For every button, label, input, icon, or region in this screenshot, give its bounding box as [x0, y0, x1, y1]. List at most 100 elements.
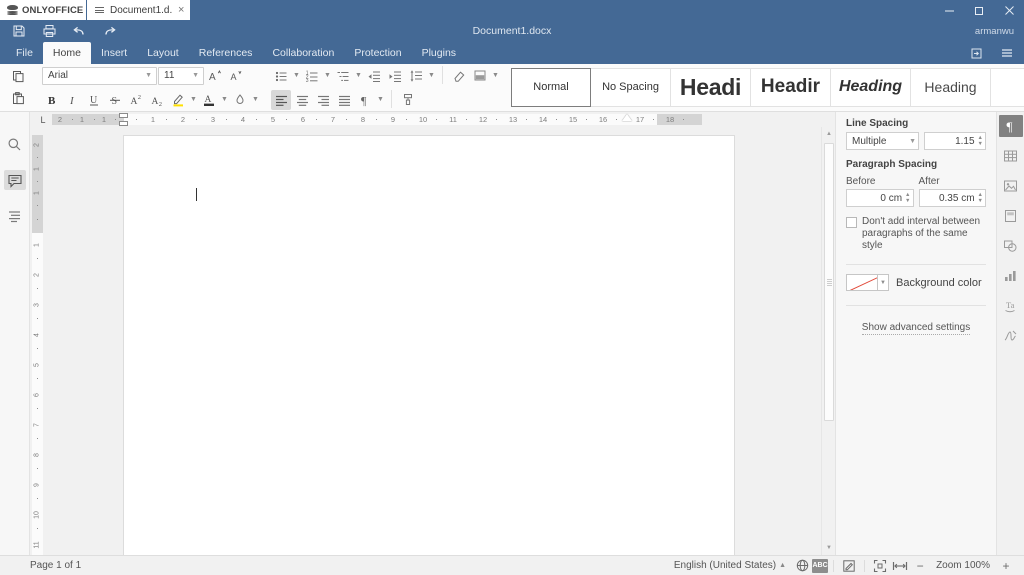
no-interval-checkbox[interactable] — [846, 217, 857, 228]
table-settings-icon[interactable] — [999, 145, 1023, 167]
chevron-down-icon[interactable]: ▼ — [491, 66, 500, 86]
background-color-swatch[interactable] — [846, 274, 878, 291]
fit-to-page-icon[interactable] — [870, 557, 890, 575]
background-color-picker[interactable]: ▼ — [846, 274, 889, 291]
menu-item-collaboration[interactable]: Collaboration — [262, 42, 344, 64]
chevron-down-icon[interactable]: ▼ — [427, 66, 436, 86]
image-settings-icon[interactable] — [999, 175, 1023, 197]
scrollbar-thumb[interactable] — [824, 143, 834, 421]
first-line-indent-marker[interactable] — [119, 113, 128, 118]
view-settings-icon[interactable] — [994, 43, 1020, 63]
paragraph-shading-button[interactable] — [230, 90, 250, 110]
spacing-after-input[interactable]: 0.35 cm ▲▼ — [919, 189, 987, 207]
undo-button[interactable] — [64, 20, 94, 42]
increase-indent-button[interactable] — [385, 66, 405, 86]
chevron-down-icon[interactable]: ▼ — [323, 66, 332, 86]
menu-item-references[interactable]: References — [189, 42, 263, 64]
line-spacing-value-input[interactable]: 1.15 ▲▼ — [924, 132, 986, 150]
no-interval-checkbox-row[interactable]: Don't add interval between paragraphs of… — [846, 216, 986, 252]
menu-item-plugins[interactable]: Plugins — [412, 42, 466, 64]
font-size-combo[interactable]: 11 ▼ — [158, 67, 204, 85]
print-button[interactable] — [34, 20, 64, 42]
paste-button[interactable] — [8, 89, 28, 109]
chevron-down-icon[interactable]: ▼ — [292, 66, 301, 86]
bullets-button[interactable] — [271, 66, 291, 86]
strikethrough-button[interactable]: S — [105, 90, 125, 110]
copy-button[interactable] — [8, 67, 28, 87]
chevron-down-icon[interactable]: ▼ — [878, 274, 889, 291]
save-button[interactable] — [4, 20, 34, 42]
menu-item-home[interactable]: Home — [43, 42, 91, 64]
scroll-up-icon[interactable]: ▲ — [822, 127, 835, 141]
horizontal-ruler[interactable]: L 2 1 1 1 2 3 — [30, 112, 835, 127]
chevron-down-icon[interactable]: ▼ — [189, 90, 198, 110]
minimize-button[interactable] — [934, 0, 964, 20]
style-blank[interactable] — [991, 68, 1024, 107]
tab-stop-selector[interactable]: L — [36, 113, 50, 127]
document-language[interactable]: English (United States) ▲ — [668, 557, 792, 575]
user-name[interactable]: armanwu — [975, 20, 1014, 42]
redo-button[interactable] — [94, 20, 124, 42]
tab-menu-icon[interactable] — [95, 7, 104, 13]
comments-icon[interactable] — [4, 170, 26, 190]
decrease-font-size-button[interactable]: A — [226, 66, 246, 86]
align-right-button[interactable] — [313, 90, 333, 110]
close-tab-icon[interactable]: × — [178, 5, 184, 16]
menu-item-layout[interactable]: Layout — [137, 42, 189, 64]
zoom-level-label[interactable]: Zoom 100% — [930, 560, 996, 571]
spell-checking-icon[interactable]: ABC — [812, 559, 828, 573]
fit-to-width-icon[interactable] — [890, 557, 910, 575]
nonprinting-characters-button[interactable]: ¶ — [355, 90, 375, 110]
menu-item-file[interactable]: File — [6, 42, 43, 64]
horizontal-ruler-track[interactable]: 2 1 1 1 2 3 4 5 6 — [52, 113, 835, 126]
chart-settings-icon[interactable] — [999, 265, 1023, 287]
multilevel-list-button[interactable] — [333, 66, 353, 86]
stepper-icon[interactable]: ▲▼ — [978, 193, 983, 204]
left-indent-marker[interactable] — [119, 121, 128, 126]
right-indent-marker[interactable] — [622, 114, 632, 121]
document-scroll-area[interactable] — [45, 127, 821, 555]
spacing-before-input[interactable]: 0 cm ▲▼ — [846, 189, 914, 207]
italic-button[interactable]: I — [63, 90, 83, 110]
underline-button[interactable]: U — [84, 90, 104, 110]
increase-font-size-button[interactable]: A — [205, 66, 225, 86]
document-page[interactable] — [123, 135, 735, 555]
headings-icon[interactable] — [4, 206, 26, 226]
align-center-button[interactable] — [292, 90, 312, 110]
align-left-button[interactable] — [271, 90, 291, 110]
zoom-out-button[interactable]: − — [910, 557, 930, 575]
brand-tab[interactable]: ONLYOFFICE — [0, 0, 86, 20]
shading-button[interactable] — [470, 66, 490, 86]
highlight-color-button[interactable] — [168, 90, 188, 110]
numbering-button[interactable]: 123 — [302, 66, 322, 86]
menu-item-insert[interactable]: Insert — [91, 42, 137, 64]
close-button[interactable] — [994, 0, 1024, 20]
subscript-button[interactable]: A2 — [147, 90, 167, 110]
copy-style-button[interactable] — [398, 90, 418, 110]
track-changes-icon[interactable] — [839, 557, 859, 575]
style-normal[interactable]: Normal — [511, 68, 591, 107]
stepper-icon[interactable]: ▲▼ — [905, 193, 910, 204]
search-icon[interactable] — [4, 134, 26, 154]
chevron-down-icon[interactable]: ▼ — [354, 66, 363, 86]
style-heading-4[interactable]: Heading — [911, 68, 991, 107]
font-color-button[interactable]: A — [199, 90, 219, 110]
stepper-icon[interactable]: ▲▼ — [978, 136, 983, 147]
decrease-indent-button[interactable] — [364, 66, 384, 86]
vertical-scrollbar[interactable]: ▲ ▼ — [821, 127, 835, 555]
menu-item-protection[interactable]: Protection — [344, 42, 411, 64]
chevron-down-icon[interactable]: ▼ — [220, 90, 229, 110]
maximize-button[interactable] — [964, 0, 994, 20]
open-file-location-icon[interactable] — [964, 43, 990, 63]
scroll-down-icon[interactable]: ▼ — [822, 541, 835, 555]
document-tab[interactable]: Document1.d... × — [87, 0, 190, 20]
signature-settings-icon[interactable] — [999, 325, 1023, 347]
chevron-down-icon[interactable]: ▼ — [376, 90, 385, 110]
show-advanced-settings-link[interactable]: Show advanced settings — [862, 322, 970, 335]
vertical-ruler[interactable]: 2 1 1 1 2 3 4 5 6 — [30, 127, 45, 555]
paragraph-settings-icon[interactable]: ¶ — [999, 115, 1023, 137]
shape-settings-icon[interactable] — [999, 235, 1023, 257]
style-heading-3[interactable]: Heading — [831, 68, 911, 107]
line-spacing-rule-select[interactable]: Multiple ▼ — [846, 132, 919, 150]
style-heading-1[interactable]: Headi — [671, 68, 751, 107]
